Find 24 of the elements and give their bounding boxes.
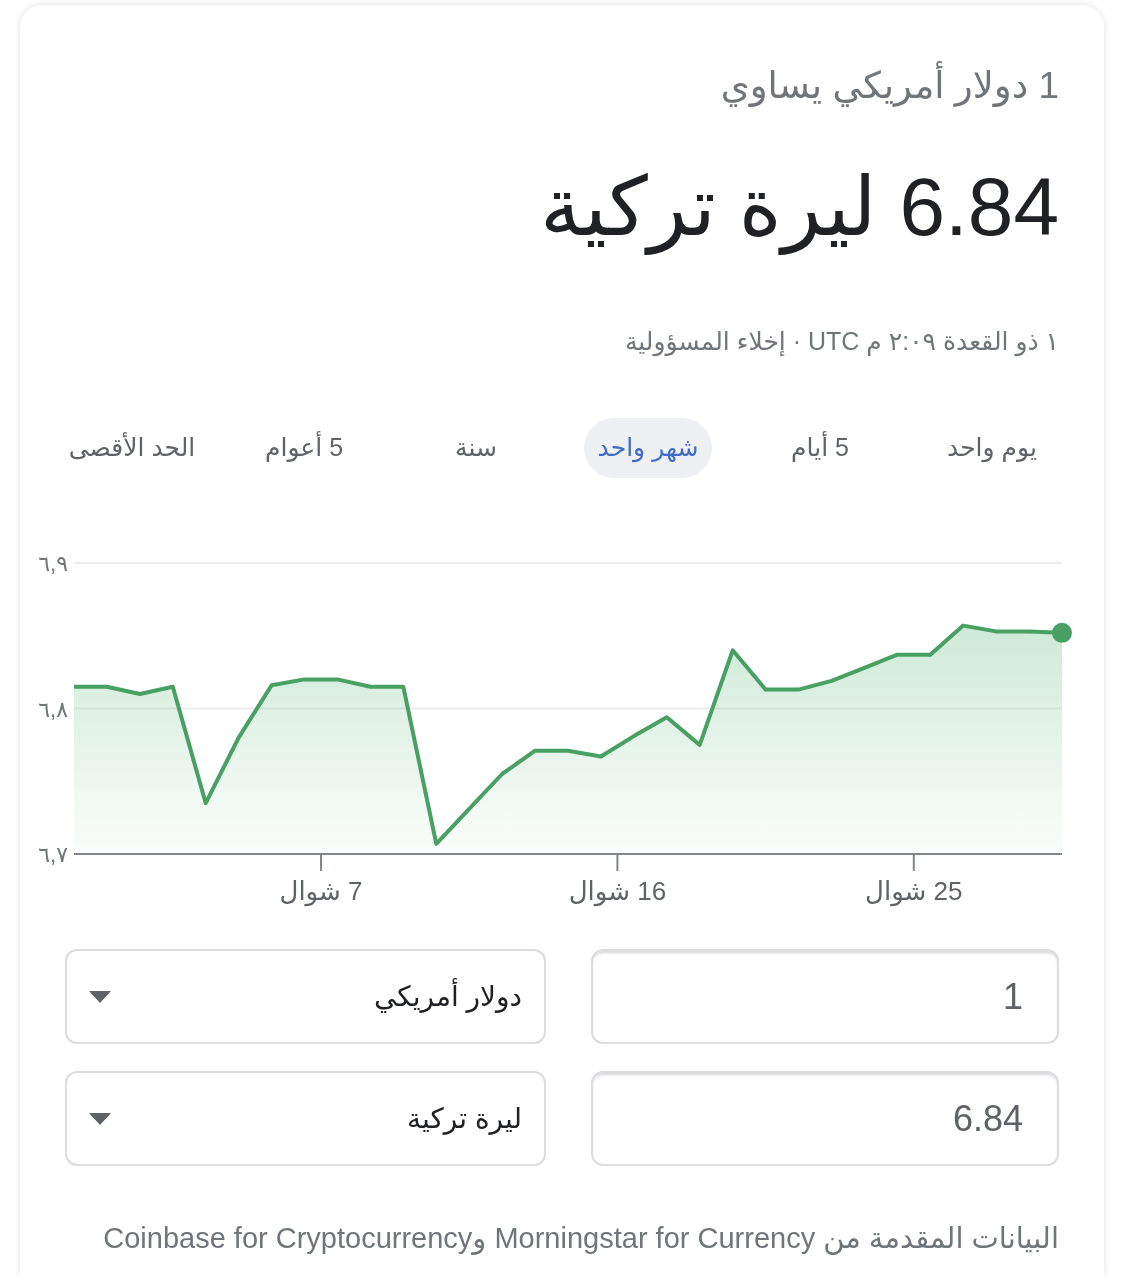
range-tab[interactable]: 5 أعوام: [250, 418, 358, 478]
dropdown-caret-icon: [89, 990, 111, 1003]
update-time-text: ١ ذو القعدة ٢:٠٩ م UTC · إخلاء المسؤولية: [623, 326, 1059, 358]
conversion-label-text: 1 دولار أمريكي يساوي: [65, 63, 1059, 109]
converted-amount-text: 6.84 ليرة تركية: [65, 157, 1059, 256]
y-axis-label: ٦,٨: [38, 696, 68, 722]
y-axis-label: ٦,٧: [38, 842, 68, 867]
range-tab[interactable]: 5 أيام: [777, 418, 863, 478]
dropdown-caret-icon: [89, 1112, 111, 1125]
x-axis-label: 25 شوال: [865, 876, 963, 906]
amount-input[interactable]: 1: [591, 949, 1059, 1044]
disclaimer-link[interactable]: إخلاء المسؤولية: [624, 327, 786, 355]
x-axis-label: 16 شوال: [568, 876, 667, 906]
data-source-text: البيانات المقدمة من Morningstar for Currency وCoinbase for Cryptocurrency: [102, 1221, 1059, 1256]
range-tab[interactable]: شهر واحد: [583, 418, 713, 478]
range-tab[interactable]: سنة: [441, 418, 511, 478]
x-axis-label: 7 شوال: [279, 876, 363, 906]
range-tab[interactable]: يوم واحد: [933, 418, 1051, 478]
range-tab[interactable]: الحد الأقصى: [54, 418, 210, 478]
y-axis-label: ٦,٩: [38, 551, 68, 576]
currency-dropdown[interactable]: ليرة تركية: [65, 1071, 546, 1166]
latest-point-marker: [1052, 622, 1072, 643]
amount-input[interactable]: 6.84: [591, 1071, 1059, 1166]
currency-dropdown[interactable]: دولار أمريكي: [65, 949, 546, 1044]
